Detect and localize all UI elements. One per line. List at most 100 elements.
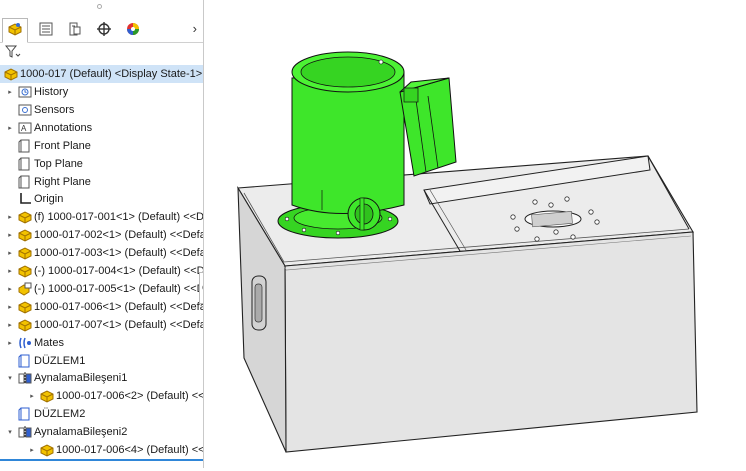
- dimxpert-tab[interactable]: [91, 19, 117, 41]
- expand-arrow-icon[interactable]: ▸: [28, 446, 36, 454]
- featuremanager-tab[interactable]: [2, 18, 28, 43]
- assembly-model-view: [237, 51, 698, 453]
- panel-grip-handle[interactable]: [97, 4, 102, 9]
- dimxpert-icon: [96, 21, 112, 40]
- part-icon: [18, 300, 32, 314]
- tree-item[interactable]: Front Plane: [0, 137, 203, 155]
- panel-bottom-divider: [0, 459, 203, 461]
- tree-item[interactable]: DÜZLEM2: [0, 405, 203, 423]
- tree-item-label: 1000-017-002<1> (Default) <<Default>_Dis…: [34, 229, 203, 242]
- tree-item[interactable]: ▸ 1000-017-007<1> (Default) <<Default>_Di…: [0, 316, 203, 334]
- expand-arrow-icon[interactable]: ▸: [6, 213, 14, 221]
- tree-item-label: Front Plane: [34, 139, 91, 152]
- tree-item-label: (-) 1000-017-004<1> (Default) <<Default>…: [34, 265, 204, 277]
- expand-arrow-icon[interactable]: ▸: [6, 231, 14, 239]
- tree-item[interactable]: ▸ (-) 1000-017-005<1> (Default) <<Default…: [0, 280, 203, 298]
- tree-item-label: Origin: [34, 193, 64, 206]
- expand-arrow-icon[interactable]: ▸: [6, 267, 14, 275]
- sensors-folder-icon: [18, 103, 32, 117]
- collapse-arrow-icon[interactable]: ▾: [6, 374, 14, 382]
- tree-item[interactable]: ▸ 1000-017-002<1> (Default) <<Default>_Di…: [0, 226, 203, 244]
- tree-item-label: Sensors: [34, 103, 75, 116]
- part-icon: [18, 318, 32, 332]
- tree-item[interactable]: ▸ (-) 1000-017-004<1> (Default) <<Default…: [0, 262, 203, 280]
- plane-icon: [18, 157, 32, 171]
- part-icon: [18, 210, 32, 224]
- mirror-component-icon: [18, 425, 32, 439]
- svg-text:A: A: [21, 124, 27, 133]
- tree-item[interactable]: ▸ 1000-017-006<1> (Default) <<Default>_Di…: [0, 298, 203, 316]
- history-folder-icon: [18, 85, 32, 99]
- configurationmanager-tab[interactable]: [62, 19, 88, 41]
- tree-item[interactable]: ▸ Mates: [0, 334, 203, 352]
- tree-item-label: Mates: [34, 336, 64, 349]
- tree-item-label: History: [34, 86, 69, 98]
- displaymanager-tab[interactable]: [120, 19, 146, 41]
- tree-item-label: (f) 1000-017-001<1> (Default) <<Default>…: [34, 211, 204, 224]
- expand-arrow-icon[interactable]: ▸: [6, 339, 14, 347]
- tree-item-label: DÜZLEM1: [34, 354, 86, 367]
- graphics-viewport[interactable]: [204, 0, 746, 468]
- tree-item-label: 1000-017-006<4> (Default) <<Default>_Dis…: [56, 444, 204, 456]
- tree-item-label: AynalamaBileşeni1: [34, 372, 128, 385]
- subassembly-icon: [18, 282, 32, 296]
- tree-item-label: DÜZLEM2: [34, 408, 86, 421]
- tree-item[interactable]: ▸ History: [0, 83, 203, 101]
- plane-blue-icon: [18, 354, 32, 368]
- expand-arrow-icon[interactable]: ▸: [6, 88, 14, 96]
- tree-item[interactable]: ▸ A Annotations: [0, 119, 203, 137]
- plane-icon: [18, 139, 32, 153]
- propertymanager-tab[interactable]: [33, 19, 59, 41]
- tree-item[interactable]: DÜZLEM1: [0, 352, 203, 370]
- tree-item[interactable]: ▾ AynalamaBileşeni1: [0, 369, 203, 387]
- expand-arrow-icon[interactable]: ▸: [6, 285, 14, 293]
- feature-manager-panel: › 1000-017 (Default) <Display State-1> ▸ H…: [0, 0, 204, 468]
- part-icon: [40, 389, 54, 403]
- featuremanager-icon: [7, 21, 23, 40]
- tree-item-label: 1000-017-006<1> (Default) <<Default>_Dis…: [34, 300, 203, 313]
- tree-filter-row: [0, 43, 203, 63]
- manager-tab-bar: ›: [0, 16, 203, 43]
- part-icon: [40, 443, 54, 457]
- expand-arrow-icon[interactable]: ▸: [6, 249, 14, 257]
- part-icon: [18, 228, 32, 242]
- tree-item[interactable]: Right Plane: [0, 173, 203, 191]
- tree-item[interactable]: Sensors: [0, 101, 203, 119]
- part-icon: [18, 264, 32, 278]
- propertymanager-icon: [38, 21, 54, 40]
- tree-item-label: (-) 1000-017-005<1> (Default) <<Default>…: [34, 282, 203, 295]
- collapse-arrow-icon[interactable]: ▾: [6, 428, 14, 436]
- tree-item[interactable]: ▾ AynalamaBileşeni2: [0, 423, 203, 441]
- tree-item[interactable]: Top Plane: [0, 155, 203, 173]
- motor-body: [291, 71, 405, 214]
- tree-item-label: 1000-017-007<1> (Default) <<Default>_Dis…: [34, 318, 203, 331]
- expand-arrow-icon[interactable]: ▸: [6, 124, 14, 132]
- tab-overflow-arrow[interactable]: ›: [193, 21, 197, 36]
- tree-item-label: AynalamaBileşeni2: [34, 426, 128, 439]
- expand-arrow-icon[interactable]: ▸: [6, 303, 14, 311]
- tree-item[interactable]: ▸ 1000-017-006<2> (Default) <<Default>_Di…: [0, 387, 203, 405]
- tree-item-label: 1000-017 (Default) <Display State-1>: [20, 68, 203, 80]
- tree-item-label: Top Plane: [34, 157, 83, 170]
- expand-arrow-icon[interactable]: ▸: [6, 321, 14, 329]
- tree-item[interactable]: ▸ (f) 1000-017-001<1> (Default) <<Default…: [0, 208, 203, 226]
- tree-item-label: 1000-017-003<1> (Default) <<Default>_Dis…: [34, 247, 203, 260]
- plane-blue-icon: [18, 407, 32, 421]
- origin-icon: [18, 192, 32, 206]
- filter-icon[interactable]: [4, 45, 21, 62]
- displaymanager-icon: [125, 21, 141, 40]
- plane-icon: [18, 175, 32, 189]
- tree-item-label: 1000-017-006<2> (Default) <<Default>_Dis…: [56, 390, 204, 403]
- part-icon: [18, 246, 32, 260]
- configurationmanager-icon: [67, 21, 83, 40]
- mirror-component-icon: [18, 371, 32, 385]
- assembly-icon: [4, 67, 18, 81]
- tree-root-assembly[interactable]: 1000-017 (Default) <Display State-1>: [0, 65, 203, 83]
- tree-item-label: Annotations: [34, 121, 93, 134]
- tree-item[interactable]: ▸ 1000-017-003<1> (Default) <<Default>_Di…: [0, 244, 203, 262]
- tree-item-label: Right Plane: [34, 175, 91, 188]
- tree-item[interactable]: Origin: [0, 190, 203, 208]
- expand-arrow-icon[interactable]: ▸: [28, 392, 36, 400]
- annotations-icon: A: [18, 121, 32, 135]
- tree-item[interactable]: ▸ 1000-017-006<4> (Default) <<Default>_Di…: [0, 441, 203, 459]
